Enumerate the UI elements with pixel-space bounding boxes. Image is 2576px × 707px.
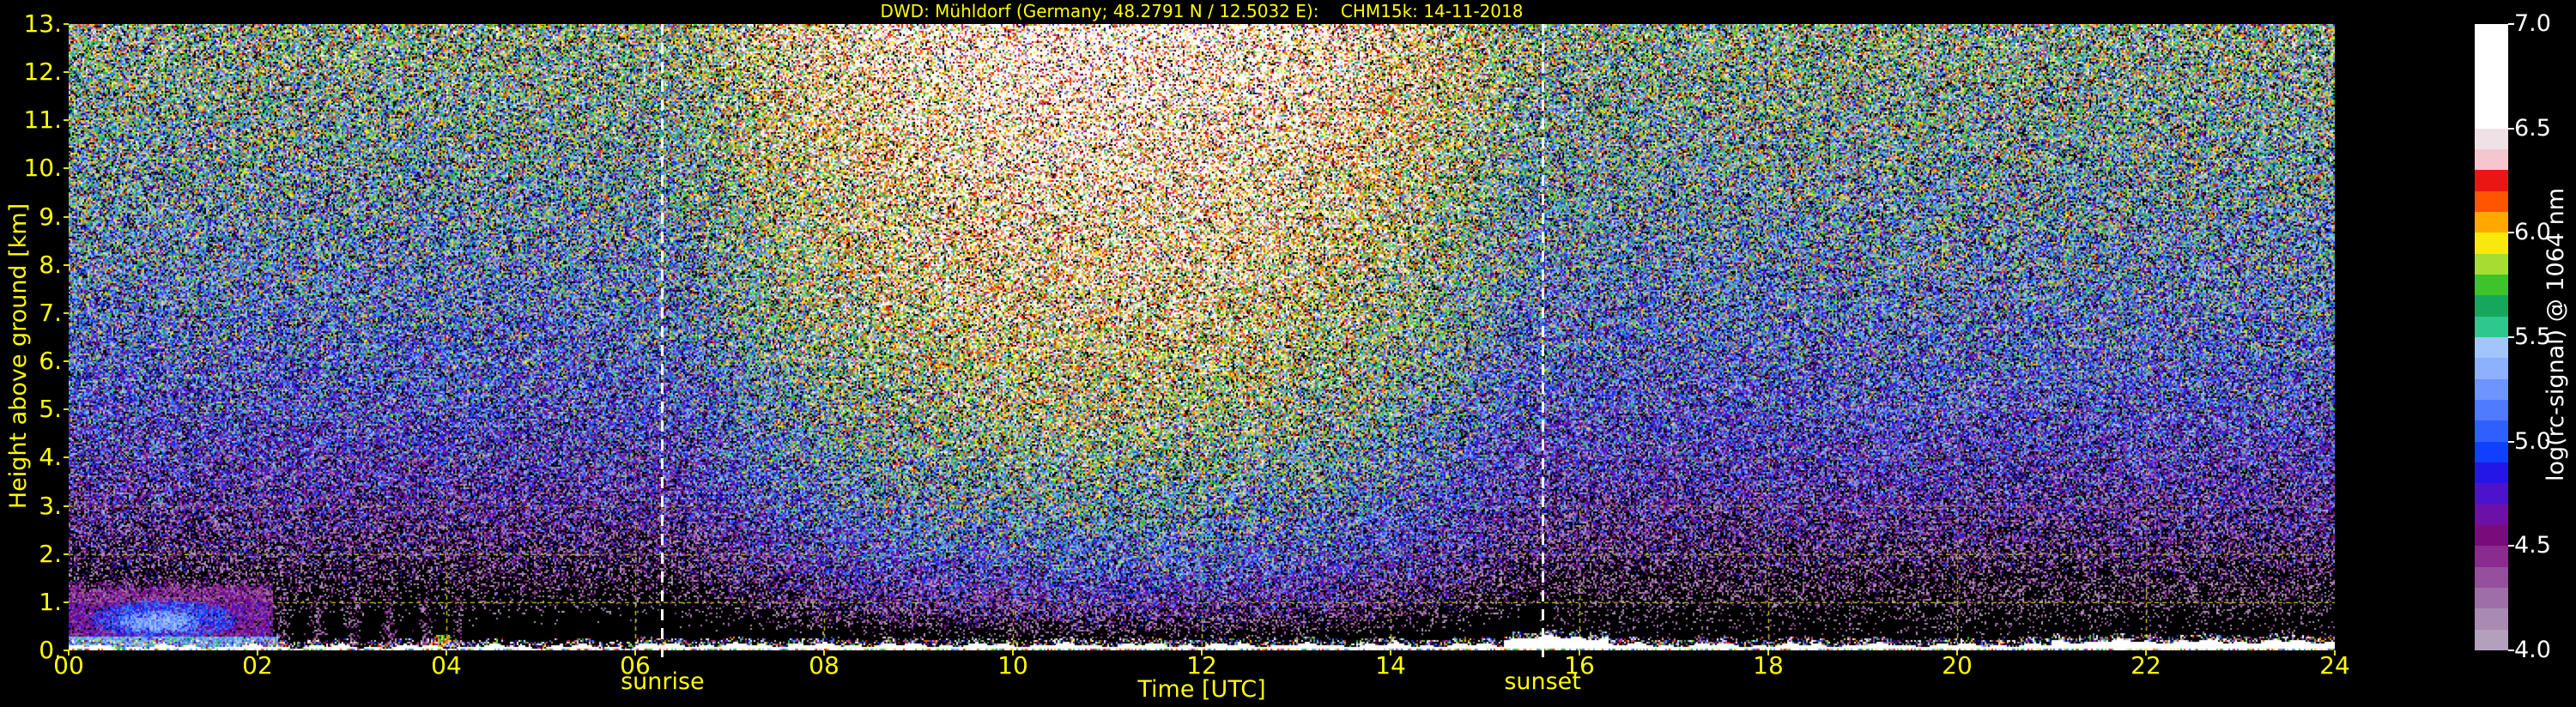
x-tick-mark — [1956, 650, 1958, 656]
ceilometer-quicklook: DWD: Mühldorf (Germany; 48.2791 N / 12.5… — [0, 0, 2576, 707]
colorbar-tick-mark — [2508, 128, 2514, 130]
colorbar-segment — [2475, 233, 2508, 253]
x-tick-mark — [68, 650, 70, 656]
colorbar-tick-label: 4.0 — [2514, 637, 2574, 664]
x-tick-mark — [1201, 650, 1203, 656]
colorbar-segment — [2475, 483, 2508, 504]
colorbar-segment — [2475, 24, 2508, 129]
colorbar-segment — [2475, 525, 2508, 546]
y-tick-label: 13. — [0, 10, 62, 38]
colorbar-segment — [2475, 358, 2508, 378]
y-tick-mark — [64, 119, 69, 121]
colorbar-segment — [2475, 379, 2508, 400]
colorbar — [2475, 24, 2508, 650]
colorbar-tick-mark — [2508, 650, 2514, 651]
colorbar-segment — [2475, 212, 2508, 233]
x-tick-label: 04 — [412, 652, 481, 680]
y-tick-mark — [64, 456, 69, 458]
colorbar-label: log(rc-signal) @ 1064 nm — [2541, 77, 2572, 592]
x-tick-mark — [2334, 650, 2336, 656]
colorbar-segment — [2475, 337, 2508, 358]
x-tick-mark — [1390, 650, 1391, 656]
colorbar-segment — [2475, 191, 2508, 212]
colorbar-segment — [2475, 317, 2508, 337]
y-tick-mark — [64, 553, 69, 555]
colorbar-segment — [2475, 420, 2508, 441]
colorbar-segment — [2475, 567, 2508, 588]
x-tick-label: 06 — [601, 652, 670, 680]
x-tick-label: 18 — [1734, 652, 1803, 680]
colorbar-segment — [2475, 442, 2508, 462]
colorbar-segment — [2475, 275, 2508, 295]
y-tick-mark — [64, 216, 69, 218]
colorbar-segment — [2475, 588, 2508, 608]
x-tick-label: 02 — [223, 652, 292, 680]
y-tick-label: 7. — [0, 299, 62, 327]
colorbar-segment — [2475, 254, 2508, 275]
x-tick-mark — [634, 650, 636, 656]
x-tick-mark — [257, 650, 258, 656]
x-tick-mark — [2145, 650, 2147, 656]
y-tick-mark — [64, 505, 69, 507]
y-tick-mark — [64, 167, 69, 169]
y-tick-mark — [64, 408, 69, 410]
x-tick-mark — [823, 650, 825, 656]
sunrise-line — [661, 24, 664, 657]
colorbar-segment — [2475, 129, 2508, 149]
y-tick-label: 3. — [0, 492, 62, 520]
x-tick-label: 00 — [34, 652, 103, 680]
x-tick-label: 08 — [790, 652, 858, 680]
y-tick-mark — [64, 312, 69, 314]
y-tick-label: 10. — [0, 154, 62, 182]
colorbar-segment — [2475, 295, 2508, 316]
y-tick-mark — [64, 23, 69, 25]
y-tick-label: 1. — [0, 589, 62, 616]
colorbar-tick-mark — [2508, 232, 2514, 233]
y-tick-mark — [64, 264, 69, 266]
x-tick-label: 16 — [1545, 652, 1614, 680]
x-tick-label: 14 — [1356, 652, 1425, 680]
y-tick-mark — [64, 601, 69, 603]
colorbar-tick-mark — [2508, 23, 2514, 25]
colorbar-segment — [2475, 400, 2508, 420]
colorbar-segment — [2475, 149, 2508, 170]
chart-title: DWD: Mühldorf (Germany; 48.2791 N / 12.5… — [69, 1, 2335, 21]
y-tick-mark — [64, 71, 69, 73]
colorbar-segment — [2475, 462, 2508, 483]
x-tick-label: 20 — [1923, 652, 1991, 680]
colorbar-tick-mark — [2508, 336, 2514, 338]
y-tick-label: 9. — [0, 203, 62, 231]
y-tick-mark — [64, 360, 69, 362]
sunset-line — [1542, 24, 1544, 657]
x-axis-label: Time [UTC] — [1073, 676, 1330, 703]
y-tick-label: 6. — [0, 347, 62, 375]
ceilometer-heatmap-canvas — [69, 24, 2335, 650]
colorbar-tick-mark — [2508, 545, 2514, 547]
colorbar-segment — [2475, 630, 2508, 650]
x-tick-mark — [1012, 650, 1014, 656]
x-tick-label: 24 — [2300, 652, 2369, 680]
x-tick-mark — [1767, 650, 1769, 656]
y-tick-label: 2. — [0, 541, 62, 568]
colorbar-segment — [2475, 546, 2508, 566]
y-tick-label: 8. — [0, 251, 62, 279]
y-tick-label: 11. — [0, 106, 62, 134]
colorbar-segment — [2475, 505, 2508, 525]
colorbar-tick-mark — [2508, 441, 2514, 443]
colorbar-segment — [2475, 170, 2508, 190]
colorbar-segment — [2475, 608, 2508, 629]
colorbar-tick-label: 7.0 — [2514, 10, 2574, 38]
x-tick-mark — [1579, 650, 1580, 656]
x-tick-label: 22 — [2112, 652, 2180, 680]
x-tick-label: 12 — [1167, 652, 1236, 680]
y-tick-label: 12. — [0, 58, 62, 86]
x-tick-label: 10 — [979, 652, 1047, 680]
y-tick-label: 5. — [0, 396, 62, 423]
y-tick-label: 4. — [0, 444, 62, 471]
x-tick-mark — [445, 650, 447, 656]
